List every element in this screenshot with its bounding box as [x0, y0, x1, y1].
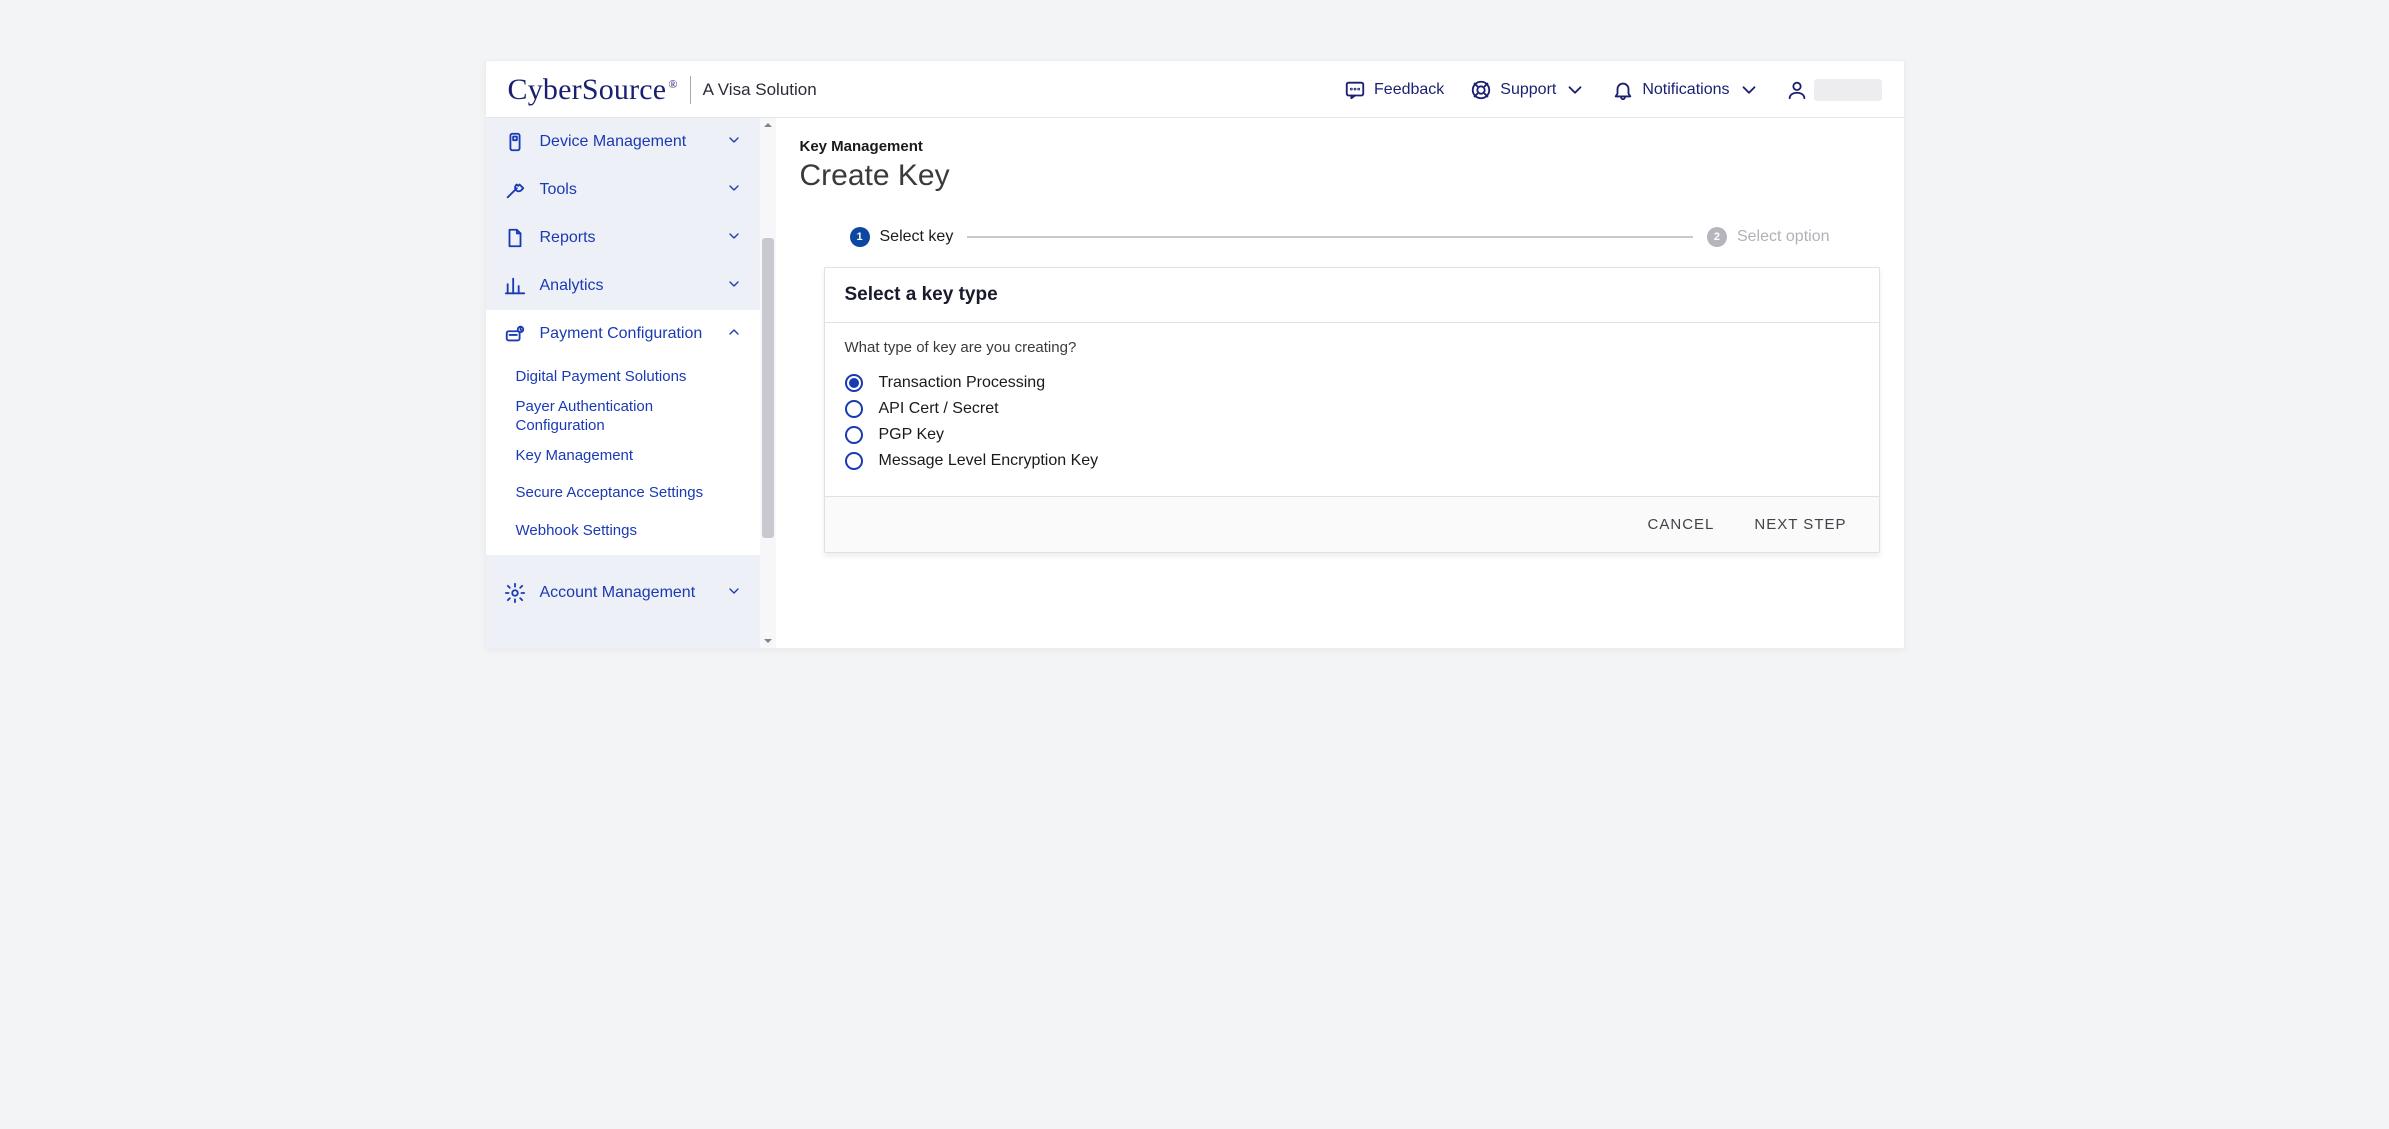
step-1: 1 Select key [850, 227, 954, 247]
sidebar-item-tools[interactable]: Tools [486, 166, 760, 214]
radio-pgp-key[interactable]: PGP Key [845, 422, 1859, 448]
user-icon [1786, 79, 1808, 101]
card-title: Select a key type [825, 268, 1879, 323]
support-icon [1470, 79, 1492, 101]
radio-icon [845, 426, 863, 444]
page-title: Create Key [800, 159, 1880, 193]
app-window: CyberSource® A Visa Solution Feedback Su… [485, 60, 1905, 649]
scroll-up-arrow-icon[interactable] [760, 120, 776, 130]
step-1-number: 1 [850, 227, 870, 247]
sidebar-item-label: Analytics [540, 277, 712, 295]
sidebar-item-label: Payment Configuration [540, 325, 712, 343]
wizard-stepper: 1 Select key 2 Select option [800, 227, 1880, 267]
card-body: What type of key are you creating? Trans… [825, 323, 1879, 496]
scroll-down-arrow-icon[interactable] [760, 636, 776, 646]
support-link[interactable]: Support [1470, 79, 1586, 101]
radio-label: API Cert / Secret [879, 400, 999, 418]
file-icon [504, 227, 526, 249]
subnav-digital-payment-solutions[interactable]: Digital Payment Solutions [516, 362, 760, 392]
radio-icon [845, 374, 863, 392]
notifications-label: Notifications [1642, 81, 1729, 99]
support-label: Support [1500, 81, 1556, 99]
radio-icon [845, 452, 863, 470]
bell-icon [1612, 79, 1634, 101]
brand-name: CyberSource [508, 73, 667, 106]
sidebar-scrollbar[interactable] [760, 118, 776, 648]
sidebar-item-label: Tools [540, 181, 712, 199]
chevron-down-icon [726, 132, 742, 153]
radio-label: Message Level Encryption Key [879, 452, 1099, 470]
feedback-label: Feedback [1374, 81, 1444, 99]
key-type-card: Select a key type What type of key are y… [824, 267, 1880, 553]
brand-subtitle: A Visa Solution [703, 80, 817, 100]
chevron-down-icon [1738, 79, 1760, 101]
brand-block: CyberSource® A Visa Solution [508, 73, 817, 107]
subnav-key-management[interactable]: Key Management [516, 441, 760, 471]
user-name-placeholder [1814, 79, 1882, 101]
cancel-button[interactable]: CANCEL [1642, 515, 1721, 534]
chevron-down-icon [726, 180, 742, 201]
brand-divider [690, 76, 691, 104]
radio-label: Transaction Processing [879, 374, 1046, 392]
step-2-label: Select option [1737, 228, 1830, 246]
card-prompt: What type of key are you creating? [845, 339, 1859, 356]
sidebar-subnav: Digital Payment Solutions Payer Authenti… [486, 358, 760, 555]
radio-label: PGP Key [879, 426, 945, 444]
main-content: Key Management Create Key 1 Select key 2… [776, 118, 1904, 648]
radio-api-cert-secret[interactable]: API Cert / Secret [845, 396, 1859, 422]
radio-icon [845, 400, 863, 418]
analytics-icon [504, 275, 526, 297]
app-header: CyberSource® A Visa Solution Feedback Su… [486, 61, 1904, 118]
feedback-icon [1344, 79, 1366, 101]
app-body: Device Management Tools Reports Analytic… [486, 118, 1904, 648]
sidebar-item-reports[interactable]: Reports [486, 214, 760, 262]
subnav-payer-authentication-configuration[interactable]: Payer Authentication Configuration [516, 392, 706, 441]
scrollbar-thumb[interactable] [762, 238, 774, 538]
payment-config-icon [504, 323, 526, 345]
brand-logo: CyberSource® [508, 73, 678, 107]
chevron-up-icon [726, 324, 742, 345]
sidebar-item-device-management[interactable]: Device Management [486, 118, 760, 166]
chevron-down-icon [726, 228, 742, 249]
sidebar-item-payment-configuration[interactable]: Payment Configuration [486, 310, 760, 358]
next-step-button[interactable]: NEXT STEP [1748, 515, 1852, 534]
sidebar-item-analytics[interactable]: Analytics [486, 262, 760, 310]
radio-message-level-encryption-key[interactable]: Message Level Encryption Key [845, 448, 1859, 474]
feedback-link[interactable]: Feedback [1344, 79, 1444, 101]
sidebar-item-label: Reports [540, 229, 712, 247]
notifications-link[interactable]: Notifications [1612, 79, 1759, 101]
registered-mark: ® [668, 77, 677, 91]
subnav-secure-acceptance-settings[interactable]: Secure Acceptance Settings [516, 478, 760, 508]
device-icon [504, 131, 526, 153]
wrench-icon [504, 179, 526, 201]
sidebar-item-label: Device Management [540, 133, 712, 151]
step-1-label: Select key [880, 228, 954, 246]
sidebar-item-account-management[interactable]: Account Management [486, 569, 760, 617]
radio-transaction-processing[interactable]: Transaction Processing [845, 370, 1859, 396]
step-2: 2 Select option [1707, 227, 1830, 247]
gear-icon [504, 582, 526, 604]
subnav-webhook-settings[interactable]: Webhook Settings [516, 516, 760, 546]
chevron-down-icon [726, 583, 742, 604]
user-menu[interactable] [1786, 79, 1882, 101]
header-actions: Feedback Support Notifications [1344, 79, 1881, 101]
chevron-down-icon [726, 276, 742, 297]
sidebar: Device Management Tools Reports Analytic… [486, 118, 776, 648]
step-connector [967, 236, 1693, 238]
sidebar-item-label: Account Management [540, 584, 712, 602]
breadcrumb: Key Management [800, 138, 1880, 155]
chevron-down-icon [1564, 79, 1586, 101]
step-2-number: 2 [1707, 227, 1727, 247]
card-footer: CANCEL NEXT STEP [825, 496, 1879, 552]
